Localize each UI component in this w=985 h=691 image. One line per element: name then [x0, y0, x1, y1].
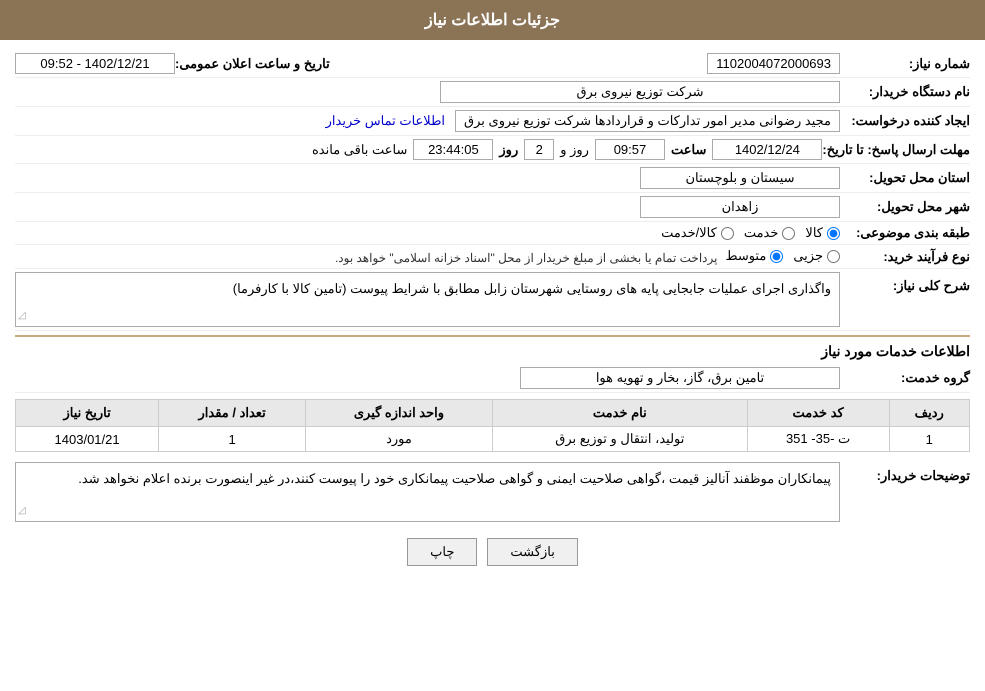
creator-row: ایجاد کننده درخواست: مجید رضوانی مدیر ام…	[15, 107, 970, 136]
day-word: روز	[499, 142, 518, 158]
back-button[interactable]: بازگشت	[487, 538, 577, 566]
description-row: شرح کلی نیاز: واگذاری اجرای عملیات جابجا…	[15, 269, 970, 331]
cell-quantity: 1	[159, 427, 306, 452]
buyer-notes-box: پیمانکاران موظفند آنالیز قیمت ،گواهی صلا…	[15, 462, 840, 522]
time-remaining-box: 23:44:05	[413, 139, 493, 160]
page-header: جزئیات اطلاعات نیاز	[0, 0, 985, 40]
purchase-type-radio-partial[interactable]	[827, 250, 840, 263]
table-header-row: ردیف کد خدمت نام خدمت واحد اندازه گیری ت…	[16, 400, 970, 427]
page-container: جزئیات اطلاعات نیاز شماره نیاز: 11020040…	[0, 0, 985, 691]
creator-value-box: مجید رضوانی مدیر امور تدارکات و قرارداده…	[455, 110, 840, 132]
col-quantity: تعداد / مقدار	[159, 400, 306, 427]
request-number-box: 1102004072000693	[707, 53, 840, 74]
response-deadline-row: مهلت ارسال پاسخ: تا تاریخ: 1402/12/24 سا…	[15, 136, 970, 164]
purchase-type-note: پرداخت تمام یا بخشی از مبلغ خریدار از مح…	[335, 248, 718, 265]
category-option-both[interactable]: کالا/خدمت	[661, 225, 734, 241]
announce-date-box: 1402/12/21 - 09:52	[15, 53, 175, 74]
province-box: سیستان و بلوچستان	[640, 167, 840, 189]
request-number-value: 1102004072000693	[338, 53, 840, 74]
city-row: شهر محل تحویل: زاهدان	[15, 193, 970, 222]
province-row: استان محل تحویل: سیستان و بلوچستان	[15, 164, 970, 193]
description-box: واگذاری اجرای عملیات جابجایی پایه های رو…	[15, 272, 840, 327]
category-radio-group: کالا خدمت کالا/خدمت	[15, 225, 840, 241]
col-unit: واحد اندازه گیری	[306, 400, 493, 427]
city-label: شهر محل تحویل:	[840, 199, 970, 215]
city-box: زاهدان	[640, 196, 840, 218]
time-label: ساعت	[671, 142, 706, 158]
purchase-type-option-partial[interactable]: جزیی	[793, 248, 840, 264]
services-section-title: اطلاعات خدمات مورد نیاز	[15, 343, 970, 360]
buyer-notes-text: پیمانکاران موظفند آنالیز قیمت ،گواهی صلا…	[78, 471, 831, 486]
purchase-type-value: جزیی متوسط پرداخت تمام یا بخشی از مبلغ خ…	[15, 248, 840, 265]
day-label: روز و	[560, 142, 589, 158]
col-row-num: ردیف	[889, 400, 969, 427]
province-value: سیستان و بلوچستان	[15, 167, 840, 189]
purchase-type-partial-label: جزیی	[793, 248, 823, 264]
purchase-type-option-medium[interactable]: متوسط	[725, 248, 783, 264]
category-row: طبقه بندی موضوعی: کالا خدمت کالا/خدمت	[15, 222, 970, 245]
category-both-label: کالا/خدمت	[661, 225, 717, 241]
creator-label: ایجاد کننده درخواست:	[840, 113, 970, 129]
buyer-notes-resize-handle: ◿	[18, 503, 26, 519]
contact-link[interactable]: اطلاعات تماس خریدار	[326, 113, 445, 129]
category-radio-goods[interactable]	[827, 227, 840, 240]
page-title: جزئیات اطلاعات نیاز	[425, 12, 560, 29]
table-row: 1 ت -35- 351 تولید، انتقال و توزیع برق م…	[16, 427, 970, 452]
description-text: واگذاری اجرای عملیات جابجایی پایه های رو…	[233, 281, 831, 296]
services-table: ردیف کد خدمت نام خدمت واحد اندازه گیری ت…	[15, 399, 970, 452]
request-number-row: شماره نیاز: 1102004072000693 تاریخ و ساع…	[15, 50, 970, 78]
cell-unit: مورد	[306, 427, 493, 452]
response-deadline-label: مهلت ارسال پاسخ: تا تاریخ:	[822, 142, 970, 158]
buyer-org-value: شرکت توزیع نیروی برق	[15, 81, 840, 103]
cell-row-num: 1	[889, 427, 969, 452]
remaining-hours-label: ساعت باقی مانده	[312, 142, 407, 158]
service-group-box: تامین برق، گاز، بخار و تهویه هوا	[520, 367, 840, 389]
cell-date: 1403/01/21	[16, 427, 159, 452]
col-service-name: نام خدمت	[492, 400, 747, 427]
buyer-org-row: نام دستگاه خریدار: شرکت توزیع نیروی برق	[15, 78, 970, 107]
print-button[interactable]: چاپ	[407, 538, 477, 566]
service-group-label: گروه خدمت:	[840, 370, 970, 386]
response-date-box: 1402/12/24	[712, 139, 822, 160]
category-service-label: خدمت	[744, 225, 779, 241]
buyer-notes-row: توضیحات خریدار: پیمانکاران موظفند آنالیز…	[15, 458, 970, 526]
footer-buttons: بازگشت چاپ	[15, 538, 970, 566]
category-goods-label: کالا	[805, 225, 823, 241]
response-deadline-value: 1402/12/24 ساعت 09:57 روز و 2 روز 23:44:…	[15, 139, 822, 160]
purchase-type-row: نوع فرآیند خرید: جزیی متوسط پرداخت تمام …	[15, 245, 970, 269]
purchase-type-label: نوع فرآیند خرید:	[840, 249, 970, 265]
response-time-box: 09:57	[595, 139, 665, 160]
announce-date-value: 1402/12/21 - 09:52	[15, 53, 175, 74]
service-group-value: تامین برق، گاز، بخار و تهویه هوا	[15, 367, 840, 389]
creator-value-area: مجید رضوانی مدیر امور تدارکات و قرارداده…	[15, 110, 840, 132]
description-label: شرح کلی نیاز:	[840, 272, 970, 294]
category-value: کالا خدمت کالا/خدمت	[15, 225, 840, 241]
cell-service-code: ت -35- 351	[747, 427, 889, 452]
buyer-org-label: نام دستگاه خریدار:	[840, 84, 970, 100]
category-option-service[interactable]: خدمت	[744, 225, 796, 241]
resize-handle: ◿	[18, 308, 26, 324]
col-date: تاریخ نیاز	[16, 400, 159, 427]
buyer-org-box: شرکت توزیع نیروی برق	[440, 81, 840, 103]
category-option-goods[interactable]: کالا	[805, 225, 840, 241]
province-label: استان محل تحویل:	[840, 170, 970, 186]
category-label: طبقه بندی موضوعی:	[840, 225, 970, 241]
description-value: واگذاری اجرای عملیات جابجایی پایه های رو…	[15, 272, 840, 327]
request-number-label: شماره نیاز:	[840, 56, 970, 72]
purchase-type-radio-group: جزیی متوسط	[725, 248, 840, 264]
buyer-notes-value: پیمانکاران موظفند آنالیز قیمت ،گواهی صلا…	[15, 462, 840, 522]
response-days-box: 2	[524, 139, 554, 160]
city-value: زاهدان	[15, 196, 840, 218]
category-radio-both[interactable]	[721, 227, 734, 240]
cell-service-name: تولید، انتقال و توزیع برق	[492, 427, 747, 452]
buyer-notes-label: توضیحات خریدار:	[840, 462, 970, 484]
col-service-code: کد خدمت	[747, 400, 889, 427]
category-radio-service[interactable]	[782, 227, 795, 240]
announce-date-label: تاریخ و ساعت اعلان عمومی:	[175, 56, 338, 72]
service-group-row: گروه خدمت: تامین برق، گاز، بخار و تهویه …	[15, 364, 970, 393]
main-content: شماره نیاز: 1102004072000693 تاریخ و ساع…	[0, 40, 985, 588]
purchase-type-radio-medium[interactable]	[770, 250, 783, 263]
purchase-type-medium-label: متوسط	[725, 248, 766, 264]
services-divider	[15, 335, 970, 337]
